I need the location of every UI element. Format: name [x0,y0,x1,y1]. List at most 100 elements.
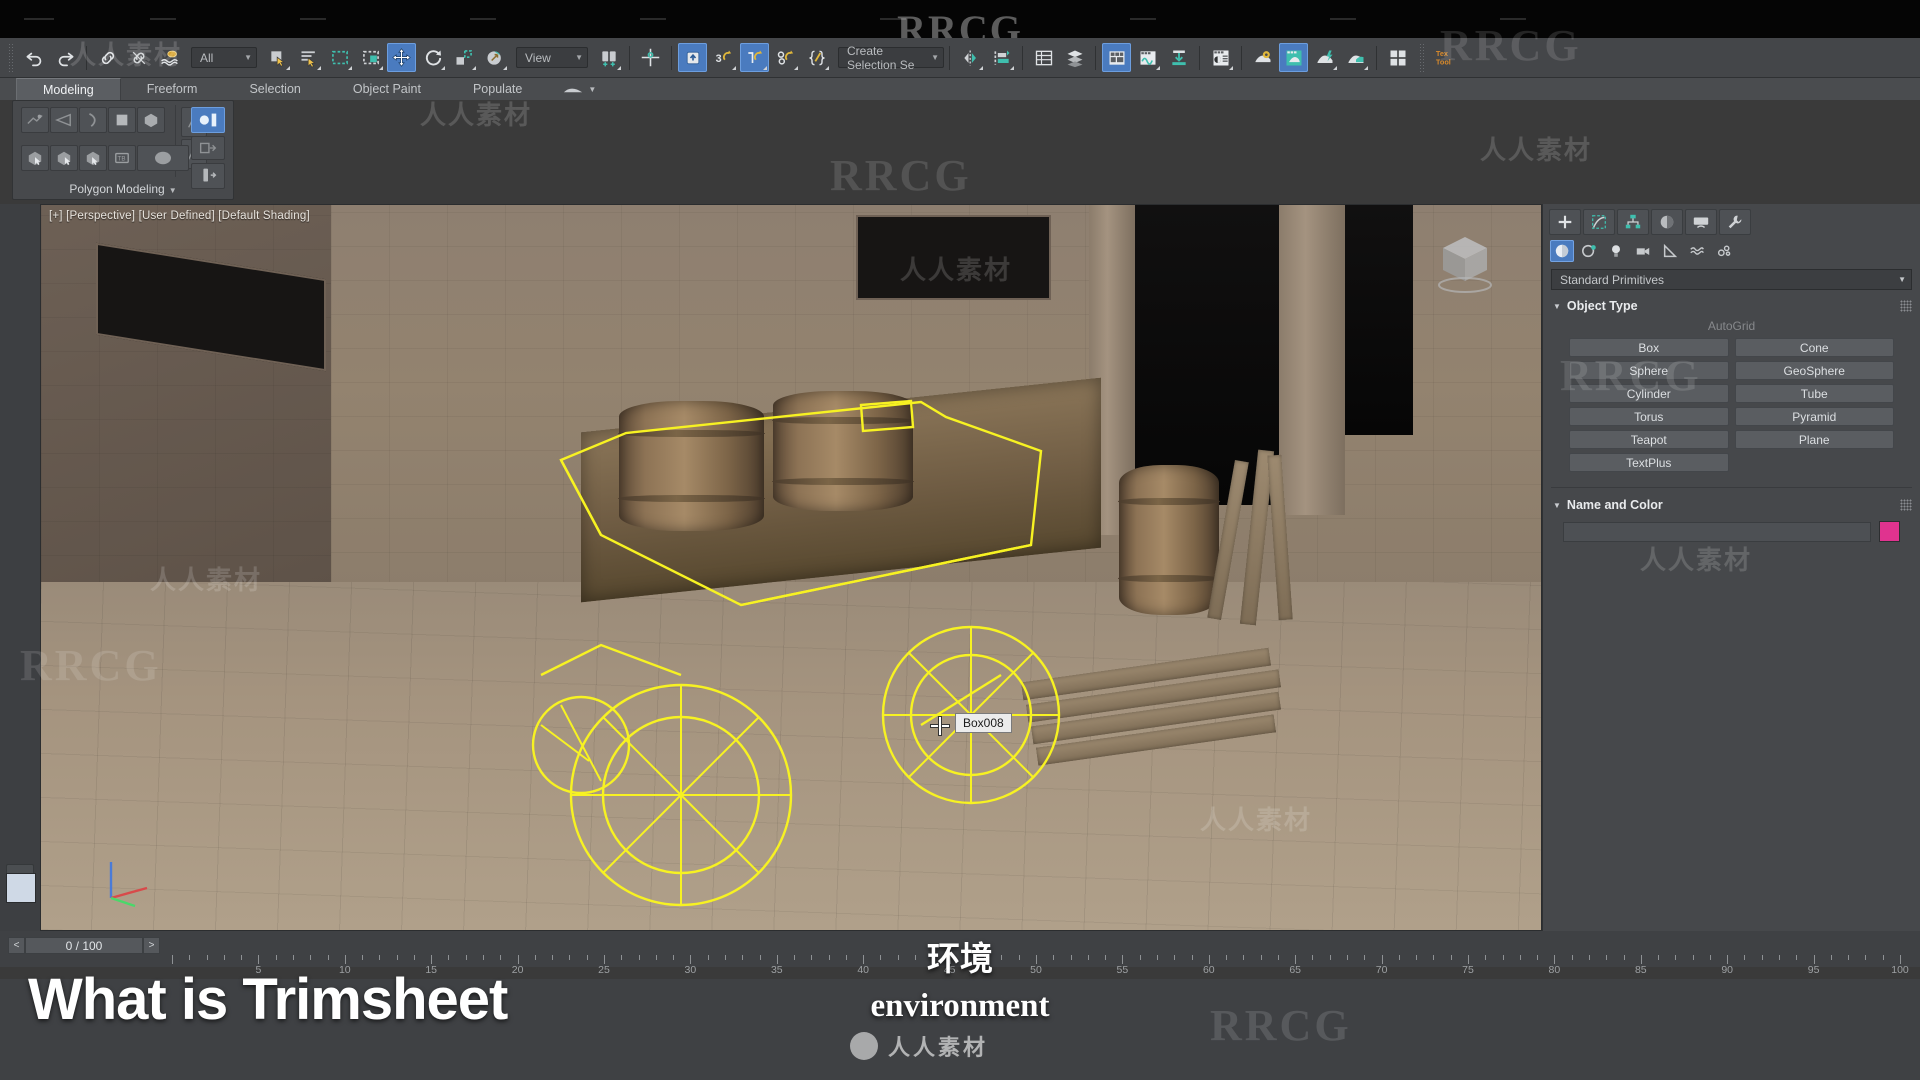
material-editor-icon[interactable] [1206,43,1235,72]
swift-loop-icon[interactable] [21,145,49,171]
ribbon-tab-freeform[interactable]: Freeform [121,78,224,100]
object-name-input[interactable] [1563,521,1871,542]
unlink-selection-icon[interactable] [124,43,153,72]
snaps-toggle-3d-icon[interactable] [678,43,707,72]
ribbon-toggle-icon[interactable] [1102,43,1131,72]
mirror-icon[interactable] [956,43,985,72]
ruler-tick [396,955,398,960]
object-button-geosphere[interactable]: GeoSphere [1734,361,1894,380]
category-shapes-icon[interactable] [1577,240,1601,262]
render-setup-icon[interactable] [1248,43,1277,72]
ribbon-tab-populate[interactable]: Populate [447,78,548,100]
polygon-subobject-icon[interactable] [108,107,136,133]
category-helpers-icon[interactable] [1658,240,1682,262]
toolbar-gripper[interactable] [1419,42,1426,73]
object-button-box[interactable]: Box [1569,338,1729,357]
paint-connect-icon[interactable] [50,145,78,171]
curve-editor-icon[interactable] [1133,43,1162,72]
command-tab-hierarchy[interactable] [1617,209,1649,235]
next-frame-button[interactable]: > [143,937,160,954]
select-and-link-icon[interactable] [93,43,122,72]
edit-named-selection-sets-icon[interactable] [802,43,831,72]
rendered-frame-window-icon[interactable] [1279,43,1308,72]
rectangular-selection-region-icon[interactable] [325,43,354,72]
reference-coordinate-system-dropdown[interactable]: View ▼ [516,47,588,68]
texture-tool-icon[interactable]: Tex Tool [1431,43,1460,72]
project-folder-icon[interactable] [1383,43,1412,72]
object-type-header[interactable]: ▼ Object Type [1551,296,1912,316]
command-tab-motion[interactable] [1651,209,1683,235]
window-crossing-toggle-icon[interactable] [356,43,385,72]
command-tab-modify[interactable] [1583,209,1615,235]
name-and-color-header[interactable]: ▼ Name and Color [1551,495,1912,515]
show-cage-icon[interactable] [191,107,225,133]
selection-filter-dropdown[interactable]: All ▼ [191,47,257,68]
schematic-view-icon[interactable] [1164,43,1193,72]
modify-mode-icon[interactable] [21,107,49,133]
view-cube[interactable] [1429,225,1501,297]
turn-to-poly-icon[interactable]: TB [108,145,136,171]
category-geometry-icon[interactable] [1550,240,1574,262]
edge-subobject-icon[interactable] [79,107,107,133]
polygon-smooth-icon[interactable] [137,145,189,171]
angle-snap-toggle-icon[interactable]: 3 [709,43,738,72]
spinner-snap-toggle-icon[interactable] [771,43,800,72]
ribbon-tab-object-paint[interactable]: Object Paint [327,78,447,100]
ribbon-minimize-button[interactable]: ▼ [562,78,596,100]
select-object-icon[interactable] [263,43,292,72]
previous-frame-button[interactable]: < [8,937,25,954]
ribbon-tab-modeling[interactable]: Modeling [16,78,121,100]
object-button-tube[interactable]: Tube [1734,384,1894,403]
primitive-category-dropdown[interactable]: Standard Primitives ▼ [1551,269,1912,290]
select-and-move-icon[interactable] [387,43,416,72]
undo-icon[interactable] [20,43,49,72]
object-button-cone[interactable]: Cone [1734,338,1894,357]
category-space-warps-icon[interactable] [1685,240,1709,262]
align-icon[interactable] [987,43,1016,72]
command-tab-utilities[interactable] [1719,209,1751,235]
select-and-place-icon[interactable] [480,43,509,72]
layer-explorer-icon[interactable] [1029,43,1058,72]
swiftloop-remove-icon[interactable] [79,145,107,171]
named-selection-sets-input[interactable]: Create Selection Se ▼ [838,44,944,72]
ruler-tick [1208,955,1210,964]
bind-to-space-warp-icon[interactable] [155,43,184,72]
command-tab-display[interactable] [1685,209,1717,235]
object-button-textplus[interactable]: TextPlus [1569,453,1729,472]
object-button-torus[interactable]: Torus [1569,407,1729,426]
polygon-modeling-label[interactable]: Polygon Modeling ▼ [13,182,233,196]
object-button-teapot[interactable]: Teapot [1569,430,1729,449]
category-lights-icon[interactable] [1604,240,1628,262]
category-systems-icon[interactable] [1712,240,1736,262]
vertex-subobject-icon[interactable] [50,107,78,133]
render-production-icon[interactable] [1310,43,1339,72]
percent-snap-toggle-icon[interactable] [740,43,769,72]
viewport-color-swatch[interactable] [6,873,36,903]
select-and-scale-icon[interactable] [449,43,478,72]
ruler-tick [1761,955,1763,960]
object-button-pyramid[interactable]: Pyramid [1734,407,1894,426]
ribbon-tab-selection[interactable]: Selection [223,78,326,100]
preserve-uvs-icon[interactable] [191,136,225,160]
autogrid-label[interactable]: AutoGrid [1551,316,1912,338]
viewport-label[interactable]: [+] [Perspective] [User Defined] [Defaul… [49,210,310,222]
current-frame-display[interactable]: 0 / 100 [25,937,143,954]
select-by-name-icon[interactable] [294,43,323,72]
select-and-rotate-icon[interactable] [418,43,447,72]
ruler-tick [1347,955,1349,960]
element-subobject-icon[interactable] [137,107,165,133]
select-and-manipulate-icon[interactable] [636,43,665,72]
command-tab-create[interactable] [1549,209,1581,235]
redo-icon[interactable] [51,43,80,72]
object-button-plane[interactable]: Plane [1734,430,1894,449]
render-iterative-icon[interactable] [1341,43,1370,72]
object-color-swatch[interactable] [1879,521,1900,542]
toolbar-gripper[interactable] [8,42,15,73]
timeline-ruler[interactable]: 5 10 15 20 25 30 35 40 45 50 55 60 65 70 75 80 85 90 95 100 [0,955,1920,979]
scene-explorer-icon[interactable] [1060,43,1089,72]
object-button-cylinder[interactable]: Cylinder [1569,384,1729,403]
category-cameras-icon[interactable] [1631,240,1655,262]
use-pivot-point-center-icon[interactable] [594,43,623,72]
perspective-viewport[interactable]: [+] [Perspective] [User Defined] [Defaul… [40,204,1542,931]
object-button-sphere[interactable]: Sphere [1569,361,1729,380]
